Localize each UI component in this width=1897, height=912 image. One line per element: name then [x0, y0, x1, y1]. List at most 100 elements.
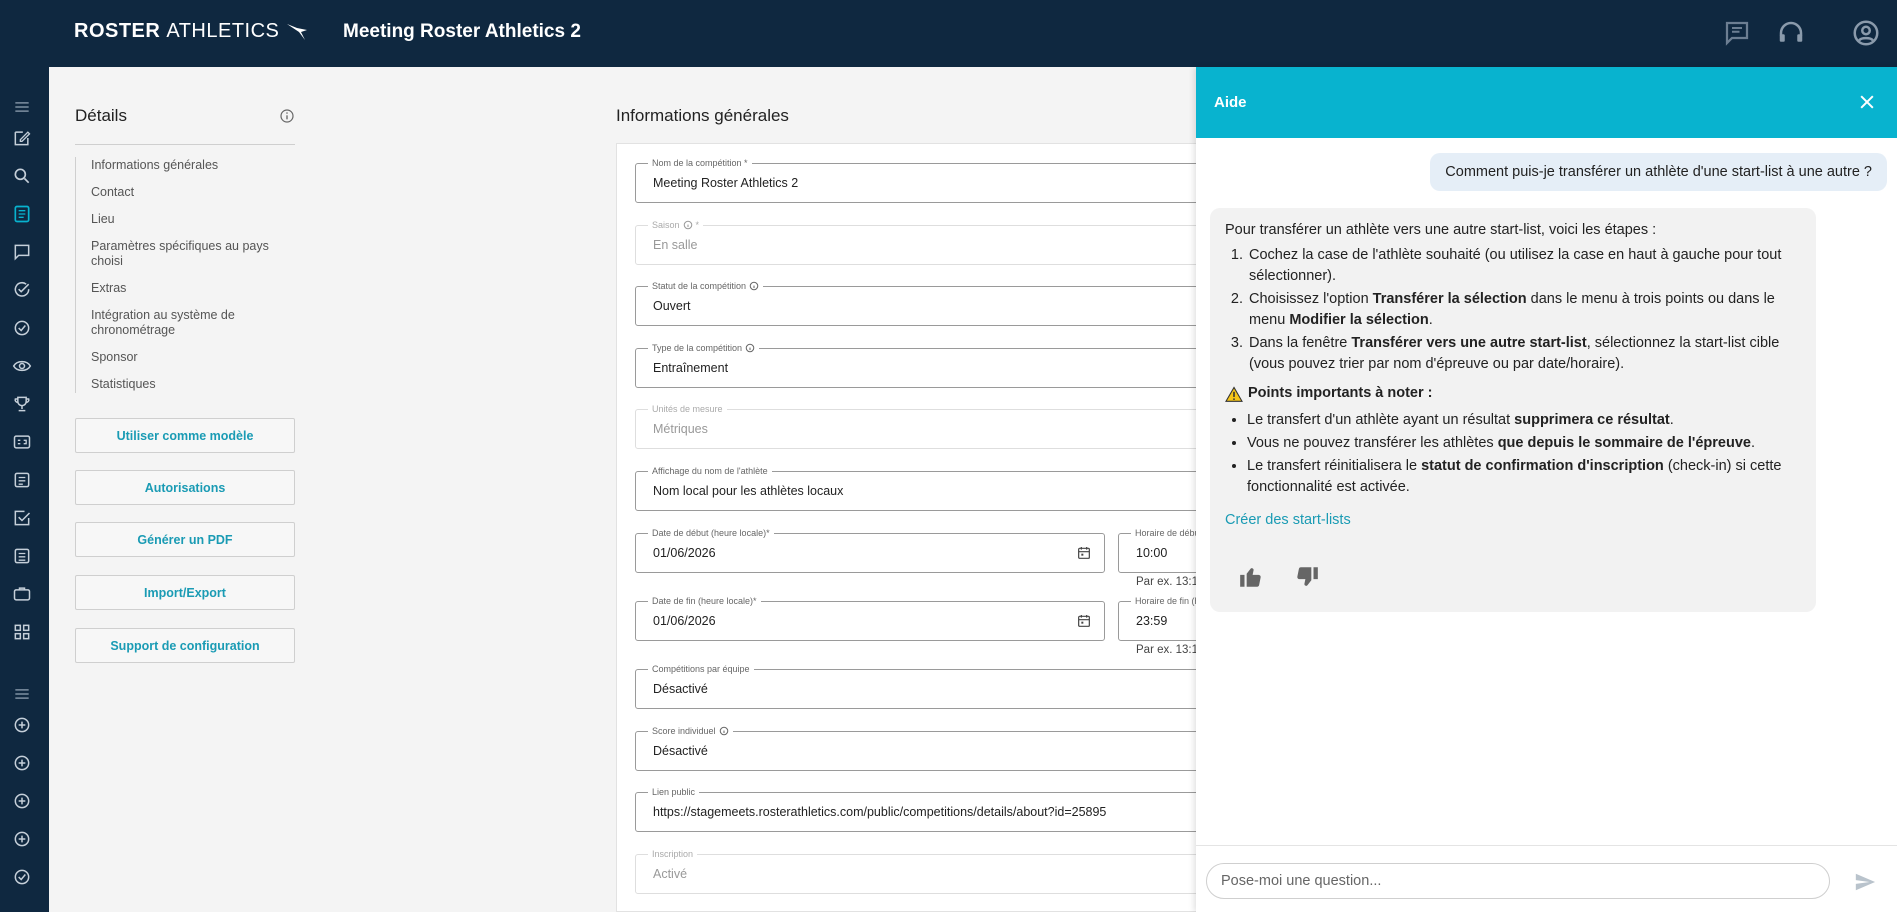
logo-wing-icon [287, 23, 308, 40]
competition-type-field[interactable]: Type de la compétition Entraînement [635, 342, 1215, 388]
field-value: 01/06/2026 [653, 546, 716, 560]
roster-athletics-logo[interactable]: ROSTER ATHLETICS [74, 20, 309, 43]
start-time-hint: Par ex. 13:1 [1136, 576, 1199, 588]
warning-title: Points importants à noter : [1248, 385, 1433, 401]
menu-icon[interactable] [12, 97, 32, 117]
info-icon[interactable] [683, 220, 693, 230]
season-label: Saison [652, 220, 680, 230]
thumbs-down-icon[interactable] [1294, 564, 1320, 590]
nav-item-timing-integration[interactable]: Intégration au système de chronométrage [91, 308, 291, 338]
support-headset-icon[interactable] [1776, 18, 1806, 48]
step-text: Dans la fenêtre [1249, 335, 1352, 351]
check-circle-icon[interactable] [12, 280, 32, 300]
step-text: . [1428, 312, 1433, 328]
field-label: Statut de la compétition [648, 280, 764, 292]
document-list-icon[interactable] [12, 204, 32, 224]
note-text: . [1750, 435, 1755, 451]
nav-item-contact[interactable]: Contact [91, 185, 291, 200]
details-nav: Informations générales Contact Lieu Para… [75, 157, 295, 393]
nav-item-sponsor[interactable]: Sponsor [91, 350, 291, 365]
checkbox-icon[interactable] [12, 508, 32, 528]
public-link-field[interactable]: Lien public https://stagemeets.rosterath… [635, 786, 1215, 832]
thumbs-up-icon[interactable] [1238, 564, 1264, 590]
generate-pdf-button[interactable]: Générer un PDF [75, 522, 295, 557]
import-export-button[interactable]: Import/Export [75, 575, 295, 610]
note-text: Le transfert réinitialisera le [1247, 458, 1422, 474]
check-circle-icon[interactable] [12, 318, 32, 338]
field-label: Horaire de fin (h [1131, 595, 1204, 607]
list-icon[interactable] [12, 546, 32, 566]
field-value: https://stagemeets.rosterathletics.com/p… [653, 805, 1107, 819]
create-start-lists-link[interactable]: Créer des start-lists [1225, 510, 1351, 531]
step-bold: Transférer vers une autre start-list [1351, 335, 1587, 351]
registration-field: Inscription Activé [635, 848, 1215, 894]
nav-item-general-info[interactable]: Informations générales [91, 158, 291, 173]
field-value: 23:59 [1136, 614, 1168, 628]
configuration-support-button[interactable]: Support de configuration [75, 628, 295, 663]
start-date-field[interactable]: Date de début (heure locale)* 01/06/2026 [635, 527, 1105, 573]
grid-icon[interactable] [12, 622, 32, 642]
field-label: Score individuel [648, 725, 733, 737]
season-field: Saison * En salle [635, 219, 1215, 265]
field-label: Saison * [648, 219, 704, 231]
note-bold: statut de confirmation d'inscription [1421, 458, 1664, 474]
briefcase-icon[interactable] [12, 584, 32, 604]
chat-icon[interactable] [12, 242, 32, 262]
athlete-name-display-field[interactable]: Affichage du nom de l'athlète Nom local … [635, 465, 1215, 511]
note-text: Le transfert d'un athlète ayant un résul… [1247, 412, 1515, 428]
scoreboard-icon[interactable] [12, 432, 32, 452]
warning-heading: Points importants à noter : [1225, 383, 1801, 404]
trophy-icon[interactable] [12, 394, 32, 414]
competition-status-field[interactable]: Statut de la compétition Ouvert [635, 280, 1215, 326]
info-icon[interactable] [749, 281, 759, 291]
individual-score-field[interactable]: Score individuel Désactivé [635, 725, 1215, 771]
steps-list: Cochez la case de l'athlète souhaité (ou… [1247, 245, 1801, 375]
field-label: Horaire de débu [1131, 527, 1204, 539]
menu-icon[interactable] [12, 684, 32, 704]
note-bold: supprimera ce résultat [1514, 412, 1670, 428]
use-as-template-button[interactable]: Utiliser comme modèle [75, 418, 295, 453]
field-value: 10:00 [1136, 546, 1168, 560]
team-competitions-field[interactable]: Compétitions par équipe Désactivé [635, 663, 1215, 709]
check-circle-icon[interactable] [12, 867, 32, 887]
nav-item-location[interactable]: Lieu [91, 212, 291, 227]
eye-icon[interactable] [12, 356, 32, 376]
field-label: Date de fin (heure locale)* [648, 595, 761, 607]
help-question-input[interactable] [1206, 863, 1830, 899]
edit-icon[interactable] [12, 128, 32, 148]
list-item: Le transfert réinitialisera le statut de… [1247, 456, 1801, 498]
close-icon[interactable] [1857, 92, 1877, 112]
list-item: Vous ne pouvez transférer les athlètes q… [1247, 433, 1801, 454]
info-icon[interactable] [719, 726, 729, 736]
add-circle-icon[interactable] [12, 791, 32, 811]
calendar-icon[interactable] [1076, 545, 1092, 561]
send-icon[interactable] [1854, 871, 1876, 893]
list-icon[interactable] [12, 470, 32, 490]
permissions-button[interactable]: Autorisations [75, 470, 295, 505]
info-icon[interactable] [745, 343, 755, 353]
field-label: Inscription [648, 848, 698, 860]
list-item: Choisissez l'option Transférer la sélect… [1247, 289, 1801, 331]
nav-item-extras[interactable]: Extras [91, 281, 291, 296]
chat-icon[interactable] [1722, 18, 1752, 48]
add-circle-icon[interactable] [12, 715, 32, 735]
calendar-icon[interactable] [1076, 613, 1092, 629]
add-circle-icon[interactable] [12, 829, 32, 849]
help-input-bar [1196, 845, 1897, 912]
field-label: Lien public [648, 786, 700, 798]
field-value: Métriques [653, 422, 708, 436]
step-text: Choisissez l'option [1249, 291, 1373, 307]
field-value: Activé [653, 867, 688, 881]
info-icon[interactable] [279, 108, 295, 124]
search-icon[interactable] [12, 166, 32, 186]
end-date-field[interactable]: Date de fin (heure locale)* 01/06/2026 [635, 595, 1105, 641]
competition-name-field[interactable]: Nom de la compétition * Meeting Roster A… [635, 157, 1215, 203]
field-value: Désactivé [653, 682, 708, 696]
nav-item-country-settings[interactable]: Paramètres spécifiques au pays choisi [91, 239, 291, 269]
add-circle-icon[interactable] [12, 753, 32, 773]
note-text: Vous ne pouvez transférer les athlètes [1247, 435, 1498, 451]
note-text: . [1669, 412, 1674, 428]
nav-item-statistics[interactable]: Statistiques [91, 377, 291, 392]
account-icon[interactable] [1851, 18, 1881, 48]
notes-list: Le transfert d'un athlète ayant un résul… [1247, 410, 1801, 498]
